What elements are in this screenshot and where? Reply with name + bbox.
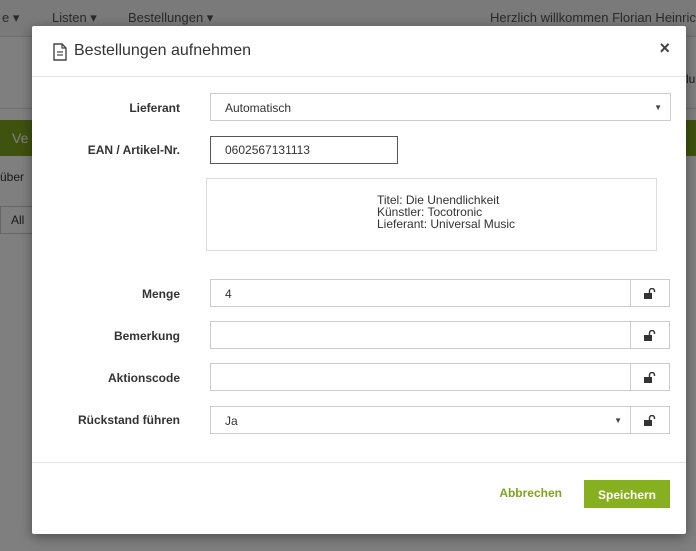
quantity-input[interactable]: 4 xyxy=(210,279,631,307)
unlock-icon xyxy=(644,330,656,341)
quantity-lock-button[interactable] xyxy=(630,279,670,307)
save-button[interactable]: Speichern xyxy=(584,480,670,508)
unlock-icon xyxy=(644,415,656,426)
chevron-down-icon: ▼ xyxy=(654,103,662,112)
modal-footer: Abbrechen Speichern xyxy=(32,462,686,535)
ean-input-value: 0602567131113 xyxy=(225,143,310,157)
quantity-input-value: 4 xyxy=(225,287,232,301)
supplier-label: Lieferant xyxy=(129,101,180,115)
chevron-down-icon: ▼ xyxy=(614,416,622,425)
supplier-select-value: Automatisch xyxy=(225,101,292,115)
modal-header: Bestellungen aufnehmen × xyxy=(32,26,686,77)
backorder-select[interactable]: Ja ▼ xyxy=(210,406,631,434)
unlock-icon xyxy=(644,372,656,383)
promo-code-input[interactable] xyxy=(210,363,631,391)
quantity-label: Menge xyxy=(141,287,180,301)
ean-label: EAN / Artikel-Nr. xyxy=(87,143,180,157)
remark-input[interactable] xyxy=(210,321,631,349)
order-modal: Bestellungen aufnehmen × Lieferant Autom… xyxy=(32,26,686,534)
article-supplier: Lieferant: Universal Music xyxy=(377,217,516,231)
backorder-lock-button[interactable] xyxy=(630,406,670,434)
backorder-select-value: Ja xyxy=(225,414,238,428)
document-icon xyxy=(52,43,68,61)
save-button-label: Speichern xyxy=(597,488,657,502)
cancel-button[interactable]: Abbrechen xyxy=(499,486,562,500)
supplier-select[interactable]: Automatisch ▼ xyxy=(210,93,671,121)
unlock-icon xyxy=(644,288,656,299)
promo-code-lock-button[interactable] xyxy=(630,363,670,391)
modal-title: Bestellungen aufnehmen xyxy=(74,42,252,59)
promo-code-label: Aktionscode xyxy=(107,371,180,385)
remark-label: Bemerkung xyxy=(113,329,180,343)
backorder-label: Rückstand führen xyxy=(77,413,180,427)
article-info-box: Titel: Die Unendlichkeit Künstler: Tocot… xyxy=(206,178,657,251)
ean-input[interactable]: 0602567131113 xyxy=(210,136,398,164)
remark-lock-button[interactable] xyxy=(630,321,670,349)
close-icon[interactable]: × xyxy=(659,38,670,59)
